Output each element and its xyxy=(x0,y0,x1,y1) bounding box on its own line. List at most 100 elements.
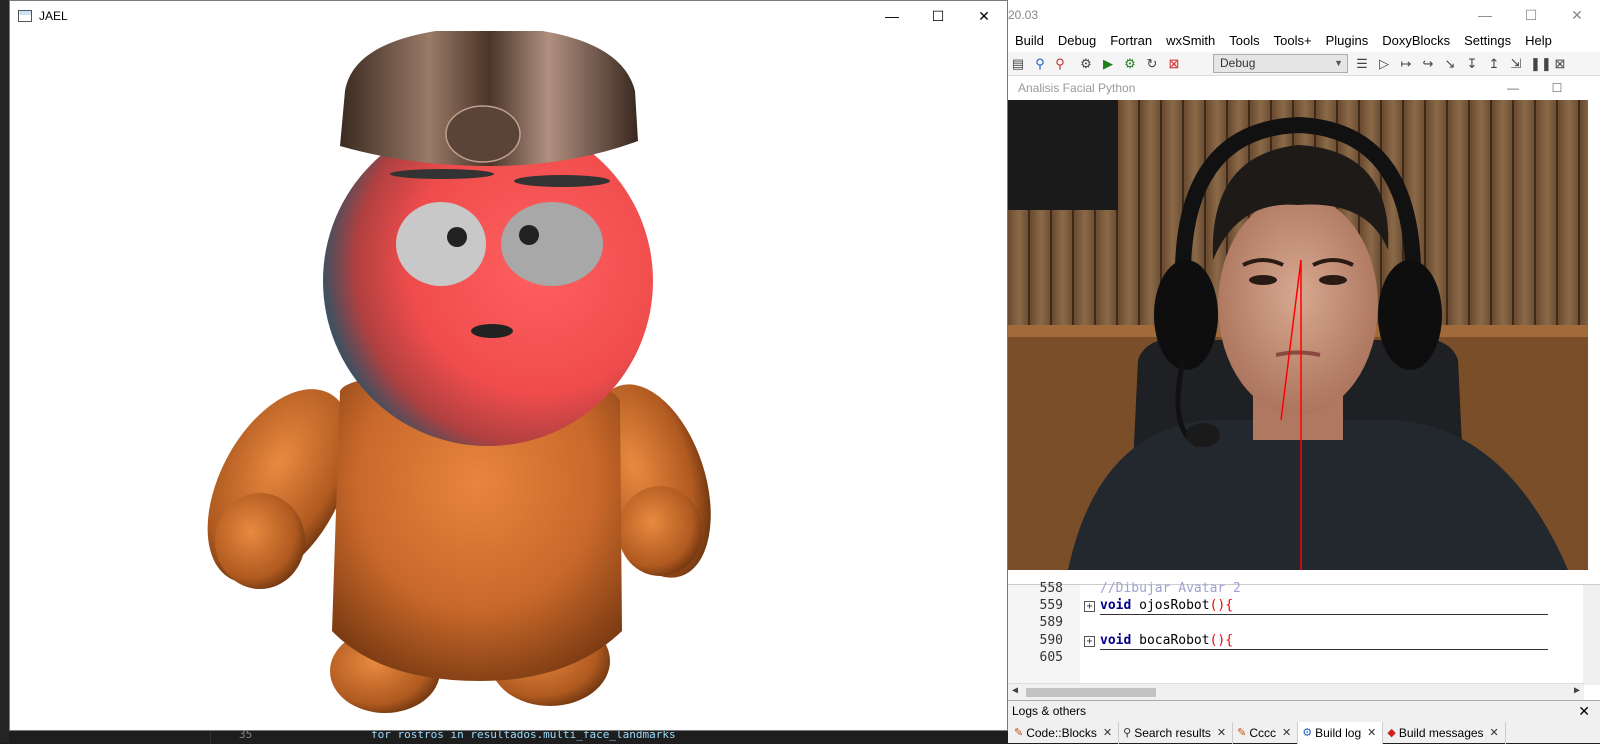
tab-label: Build log xyxy=(1315,726,1362,740)
find-icon[interactable]: ⚲ xyxy=(1032,56,1048,72)
menu-doxyblocks[interactable]: DoxyBlocks xyxy=(1375,30,1457,52)
menu-debug[interactable]: Debug xyxy=(1051,30,1103,52)
next-line-icon[interactable]: ↪ xyxy=(1420,56,1436,72)
left-earcup xyxy=(1154,260,1218,370)
horizontal-scrollbar[interactable]: ◀ ▶ xyxy=(1008,683,1584,700)
vertical-scrollbar[interactable] xyxy=(1583,585,1600,685)
tab-build-messages[interactable]: ◆ Build messages ✕ xyxy=(1383,722,1506,744)
ide-close-icon[interactable]: ✕ xyxy=(1554,0,1600,30)
face xyxy=(1218,195,1378,415)
tab-label: Code::Blocks xyxy=(1026,726,1097,740)
close-icon[interactable]: ✕ xyxy=(961,1,1007,31)
avatar-right-pupil xyxy=(519,225,539,245)
tab-label: Cccc xyxy=(1249,726,1277,740)
maximize-icon[interactable]: ☐ xyxy=(915,1,961,31)
jael-window: JAEL — ☐ ✕ xyxy=(9,0,1008,731)
function-name: ojosRobot xyxy=(1139,598,1210,613)
close-icon[interactable]: ✕ xyxy=(1282,722,1291,744)
menu-settings[interactable]: Settings xyxy=(1457,30,1518,52)
replace-icon[interactable]: ⚲ xyxy=(1052,56,1068,72)
tab-codeblocks[interactable]: ✎ Code::Blocks ✕ xyxy=(1010,722,1120,744)
build-run-icon[interactable]: ⚙ xyxy=(1122,56,1138,72)
gear-icon: ⚙ xyxy=(1302,727,1313,739)
step-into-icon[interactable]: ↧ xyxy=(1464,56,1480,72)
debug-start-icon[interactable]: ▷ xyxy=(1376,56,1392,72)
code-line: 605 xyxy=(1008,650,1578,667)
close-icon[interactable]: ✕ xyxy=(1103,722,1112,744)
tab-search-results[interactable]: ⚲ Search results ✕ xyxy=(1119,722,1234,744)
line-number: 590 xyxy=(1039,633,1063,648)
avatar-left-eyebrow xyxy=(390,169,494,179)
face-minimize-icon[interactable]: — xyxy=(1490,76,1536,100)
scrollbar-thumb[interactable] xyxy=(1026,688,1156,697)
menu-wxsmith[interactable]: wxSmith xyxy=(1159,30,1222,52)
tv-screen xyxy=(1008,100,1118,210)
avatar-right-eyebrow xyxy=(514,175,610,187)
avatar-left-hand xyxy=(215,493,305,589)
tab-build-log[interactable]: ⚙ Build log ✕ xyxy=(1298,722,1384,744)
abort-icon[interactable]: ⊠ xyxy=(1166,56,1182,72)
face-analysis-window: Analisis Facial Python — ☐ xyxy=(1008,76,1600,584)
close-icon[interactable]: ✕ xyxy=(1490,722,1499,744)
code-text: void bocaRobot(){ xyxy=(1100,633,1234,648)
code-text: void ojosRobot(){ xyxy=(1100,598,1234,613)
face-maximize-icon[interactable]: ☐ xyxy=(1534,76,1580,100)
avatar-render-canvas[interactable] xyxy=(10,26,1007,730)
next-instruction-icon[interactable]: ↘ xyxy=(1442,56,1458,72)
face-window-titlebar[interactable]: Analisis Facial Python — ☐ xyxy=(1008,76,1600,100)
run-to-cursor-icon[interactable]: ↦ xyxy=(1398,56,1414,72)
minimize-icon[interactable]: — xyxy=(869,1,915,31)
line-number: 559 xyxy=(1039,598,1063,613)
close-icon[interactable]: ✕ xyxy=(1367,722,1376,744)
paste-icon[interactable]: ▤ xyxy=(1010,56,1026,72)
function-name: bocaRobot xyxy=(1139,633,1210,648)
avatar-hat-emblem xyxy=(445,105,521,163)
line-number: 558 xyxy=(1039,581,1063,596)
code-line: 589 xyxy=(1008,615,1578,632)
code-keyword: void xyxy=(1100,633,1132,648)
run-icon[interactable]: ▶ xyxy=(1100,56,1116,72)
avatar-mouth xyxy=(471,324,513,338)
ide-maximize-icon[interactable]: ☐ xyxy=(1508,0,1554,30)
menu-help[interactable]: Help xyxy=(1518,30,1559,52)
jael-title: JAEL xyxy=(39,9,68,23)
step-instruction-icon[interactable]: ⇲ xyxy=(1508,56,1524,72)
menu-tools[interactable]: Tools xyxy=(1222,30,1266,52)
codeblocks-ide: 20.03 — ☐ ✕ Build Debug Fortran wxSmith … xyxy=(1008,0,1600,744)
menu-fortran[interactable]: Fortran xyxy=(1103,30,1159,52)
line-number: 589 xyxy=(1039,615,1063,630)
right-earcup xyxy=(1378,260,1442,370)
code-line: 558 //Dibujar Avatar 2 xyxy=(1008,581,1578,598)
build-gear-icon[interactable]: ⚙ xyxy=(1078,56,1094,72)
build-messages-icon: ◆ xyxy=(1387,727,1396,739)
fold-expand-icon[interactable]: + xyxy=(1084,636,1095,647)
background-gutter xyxy=(0,0,9,743)
face-window-title: Analisis Facial Python xyxy=(1018,81,1136,95)
rebuild-icon[interactable]: ↻ xyxy=(1144,56,1160,72)
step-out-icon[interactable]: ↥ xyxy=(1486,56,1502,72)
tab-label: Search results xyxy=(1134,726,1211,740)
webcam-frame xyxy=(1008,100,1588,570)
ide-titlebar[interactable]: 20.03 — ☐ ✕ xyxy=(1008,0,1600,30)
logs-title: Logs & others xyxy=(1012,704,1087,718)
stop-debugger-icon[interactable]: ⊠ xyxy=(1552,56,1568,72)
menu-build[interactable]: Build xyxy=(1008,30,1051,52)
menu-tools-plus[interactable]: Tools+ xyxy=(1267,30,1319,52)
tab-cccc[interactable]: ✎ Cccc ✕ xyxy=(1233,722,1299,744)
scroll-left-icon[interactable]: ◀ xyxy=(1012,685,1018,696)
avatar-left-pupil xyxy=(447,227,467,247)
code-line: 590 + void bocaRobot(){ xyxy=(1008,633,1578,650)
document-icon: ✎ xyxy=(1014,727,1024,739)
ide-minimize-icon[interactable]: — xyxy=(1462,0,1508,30)
jael-titlebar[interactable]: JAEL — ☐ ✕ xyxy=(10,1,1007,31)
fold-expand-icon[interactable]: + xyxy=(1084,601,1095,612)
break-debugger-icon[interactable]: ❚❚ xyxy=(1530,56,1552,72)
menu-plugins[interactable]: Plugins xyxy=(1319,30,1376,52)
code-editor[interactable]: 558 //Dibujar Avatar 2 559 + void ojosRo… xyxy=(1008,581,1600,700)
close-icon[interactable]: ✕ xyxy=(1578,701,1590,721)
file-list-icon[interactable]: ☰ xyxy=(1354,56,1370,72)
build-target-select[interactable]: Debug ▼ xyxy=(1213,54,1348,73)
scroll-right-icon[interactable]: ▶ xyxy=(1574,685,1580,696)
microphone xyxy=(1186,423,1220,447)
close-icon[interactable]: ✕ xyxy=(1217,722,1226,744)
